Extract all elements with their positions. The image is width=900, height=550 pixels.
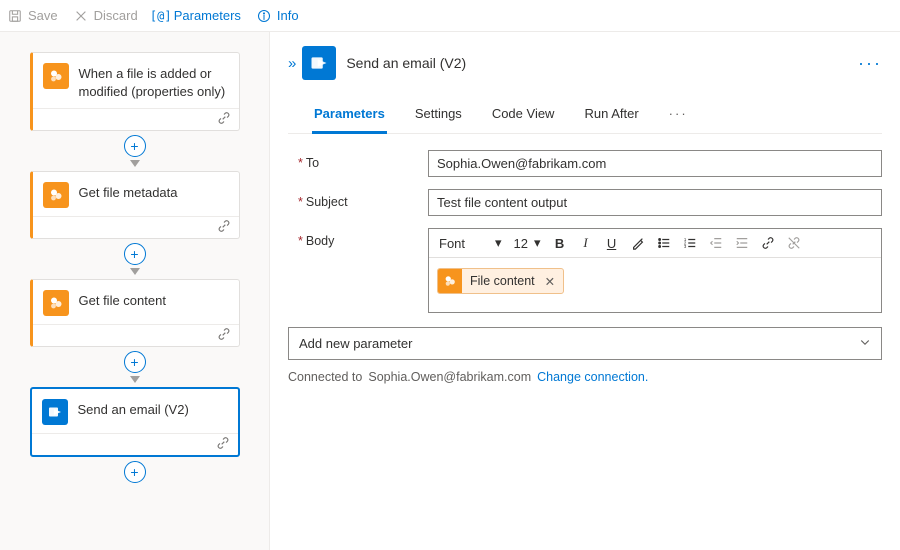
parameters-button[interactable]: [@] Parameters (154, 8, 241, 23)
tab-settings[interactable]: Settings (413, 98, 464, 133)
collapse-panel-button[interactable]: » (288, 55, 292, 72)
add-param-label: Add new parameter (299, 336, 412, 351)
body-content-area[interactable]: File content ✕ (429, 258, 881, 312)
italic-button[interactable]: I (573, 231, 599, 255)
designer-canvas: When a file is added or modified (proper… (0, 32, 270, 550)
node-title: Get file content (79, 290, 166, 310)
file-content-token[interactable]: File content ✕ (437, 268, 564, 294)
info-icon (257, 9, 271, 23)
number-list-button[interactable]: 123 (677, 231, 703, 255)
font-select[interactable]: Font ▾ (433, 232, 508, 254)
svg-text:3: 3 (683, 244, 686, 249)
outlook-icon (42, 399, 68, 425)
sharepoint-icon (43, 182, 69, 208)
bullet-list-button[interactable] (651, 231, 677, 255)
save-label: Save (28, 8, 58, 23)
send-email-node[interactable]: Send an email (V2) (30, 387, 240, 457)
info-label: Info (277, 8, 299, 23)
subject-label: *Subject (298, 189, 428, 209)
chevron-down-icon (859, 336, 871, 351)
flow-arrow-icon (130, 268, 140, 275)
tab-code-view[interactable]: Code View (490, 98, 557, 133)
subject-input[interactable] (428, 189, 882, 216)
link-icon (217, 327, 231, 344)
add-new-parameter-select[interactable]: Add new parameter (288, 327, 882, 360)
trigger-file-added-node[interactable]: When a file is added or modified (proper… (30, 52, 240, 131)
body-editor: Font ▾ 12 ▾ B I U (428, 228, 882, 313)
underline-button[interactable]: U (599, 231, 625, 255)
outlook-icon (302, 46, 336, 80)
add-step-button[interactable]: + (124, 135, 146, 157)
connection-info: Connected to Sophia.Owen@fabrikam.com Ch… (288, 370, 882, 384)
to-label: *To (298, 150, 428, 170)
tabs-overflow-button[interactable]: ··· (667, 98, 690, 133)
tab-parameters[interactable]: Parameters (312, 98, 387, 134)
discard-icon (74, 9, 88, 23)
node-title: Send an email (V2) (78, 399, 189, 419)
panel-more-button[interactable]: ··· (858, 53, 882, 74)
sharepoint-icon (43, 290, 69, 316)
info-button[interactable]: Info (257, 8, 299, 23)
token-label: File content (462, 274, 541, 288)
get-file-metadata-node[interactable]: Get file metadata (30, 171, 240, 239)
save-icon (8, 9, 22, 23)
add-step-button[interactable]: + (124, 351, 146, 373)
flow-arrow-icon (130, 376, 140, 383)
panel-tabs: Parameters Settings Code View Run After … (288, 98, 882, 134)
chevron-down-icon: ▾ (495, 235, 502, 251)
font-size-select[interactable]: 12 ▾ (508, 232, 547, 254)
change-connection-link[interactable]: Change connection. (537, 370, 648, 384)
unlink-button[interactable] (781, 231, 807, 255)
link-icon (217, 111, 231, 128)
link-icon (217, 219, 231, 236)
parameters-icon: [@] (154, 9, 168, 23)
link-icon (216, 436, 230, 453)
body-label: *Body (298, 228, 428, 248)
node-title: Get file metadata (79, 182, 178, 202)
panel-title: Send an email (V2) (346, 55, 466, 71)
to-input[interactable] (428, 150, 882, 177)
parameters-label: Parameters (174, 8, 241, 23)
outdent-button[interactable] (703, 231, 729, 255)
add-step-button[interactable]: + (124, 461, 146, 483)
discard-label: Discard (94, 8, 138, 23)
bold-button[interactable]: B (547, 231, 573, 255)
sharepoint-icon (438, 269, 462, 293)
node-title: When a file is added or modified (proper… (79, 63, 229, 100)
indent-button[interactable] (729, 231, 755, 255)
add-step-button[interactable]: + (124, 243, 146, 265)
discard-button[interactable]: Discard (74, 8, 138, 23)
connection-account: Sophia.Owen@fabrikam.com (368, 370, 531, 384)
action-details-panel: » Send an email (V2) ··· Parameters Sett… (270, 32, 900, 550)
tab-run-after[interactable]: Run After (582, 98, 640, 133)
get-file-content-node[interactable]: Get file content (30, 279, 240, 347)
top-toolbar: Save Discard [@] Parameters Info (0, 0, 900, 32)
save-button[interactable]: Save (8, 8, 58, 23)
token-remove-button[interactable]: ✕ (541, 274, 563, 289)
link-button[interactable] (755, 231, 781, 255)
font-color-button[interactable] (625, 231, 651, 255)
chevron-down-icon: ▾ (534, 235, 541, 251)
flow-arrow-icon (130, 160, 140, 167)
sharepoint-icon (43, 63, 69, 89)
